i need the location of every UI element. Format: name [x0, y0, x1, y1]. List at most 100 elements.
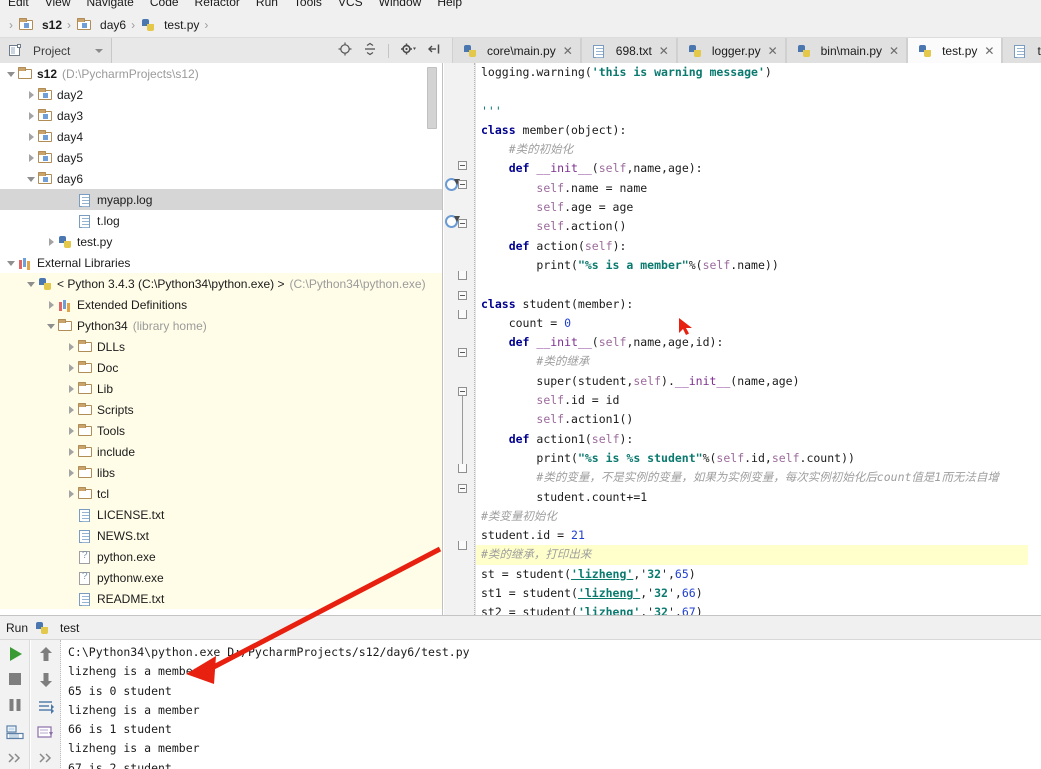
tree-item-pythonw-exe[interactable]: pythonw.exe: [0, 567, 442, 588]
settings-gear-icon[interactable]: [400, 42, 416, 59]
chevron-down-icon[interactable]: [26, 173, 37, 184]
hide-panel-icon[interactable]: [427, 42, 441, 59]
tree-item-python-3-4-3-c-python34-python-exe[interactable]: < Python 3.4.3 (C:\Python34\python.exe) …: [0, 273, 442, 294]
chevron-right-icon[interactable]: [66, 383, 77, 394]
menu-item-view[interactable]: View: [45, 0, 71, 9]
code-line[interactable]: count = 0: [476, 314, 1041, 333]
fold-marker[interactable]: [458, 219, 467, 228]
tree-item-python-exe[interactable]: python.exe: [0, 546, 442, 567]
tree-item-day3[interactable]: day3: [0, 105, 442, 126]
chevron-right-icon[interactable]: [66, 488, 77, 499]
fold-marker[interactable]: [458, 180, 467, 189]
breadcrumb-item-testpy[interactable]: test.py: [140, 17, 199, 33]
close-icon[interactable]: ✕: [768, 45, 778, 57]
editor-gutter[interactable]: [444, 63, 476, 615]
tree-item-myapp-log[interactable]: myapp.log: [0, 189, 442, 210]
project-tree-panel[interactable]: s12 (D:\PycharmProjects\s12) day2 day3 day4 d…: [0, 63, 443, 615]
code-line[interactable]: #类的变量，不是实例的变量，如果为实例变量，每次实例初始化后count值是1而无…: [476, 468, 1041, 487]
target-icon[interactable]: [338, 42, 352, 59]
print-icon[interactable]: [5, 722, 25, 742]
tree-item-external-libraries[interactable]: External Libraries: [0, 252, 442, 273]
tree-item-news-txt[interactable]: NEWS.txt: [0, 525, 442, 546]
chevron-right-icon[interactable]: [46, 299, 57, 310]
code-line[interactable]: print("%s is a member"%(self.name)): [476, 256, 1041, 275]
fold-end-marker[interactable]: [458, 541, 467, 550]
override-method-icon[interactable]: [445, 215, 460, 228]
menu-item-refactor[interactable]: Refactor: [195, 0, 240, 9]
chevron-right-icon[interactable]: [26, 131, 37, 142]
breadcrumb-item-day6[interactable]: day6: [76, 17, 126, 33]
chevron-right-icon[interactable]: [26, 152, 37, 163]
fold-end-marker[interactable]: [458, 310, 467, 319]
pause-icon[interactable]: [5, 695, 25, 715]
chevron-down-icon[interactable]: [6, 257, 17, 268]
tree-item-day4[interactable]: day4: [0, 126, 442, 147]
code-line[interactable]: logging.warning('this is warning message…: [476, 63, 1041, 82]
tree-item-include[interactable]: include: [0, 441, 442, 462]
tree-item-python34[interactable]: Python34 (library home): [0, 315, 442, 336]
tree-item-day6[interactable]: day6: [0, 168, 442, 189]
code-line[interactable]: self.name = name: [476, 179, 1041, 198]
close-icon[interactable]: ✕: [659, 45, 669, 57]
chevron-down-icon[interactable]: [95, 48, 103, 53]
code-line[interactable]: ''': [476, 102, 1041, 121]
expand-more-icon-2[interactable]: [36, 748, 56, 768]
menu-item-help[interactable]: Help: [437, 0, 462, 9]
code-line[interactable]: #类变量初始化: [476, 507, 1041, 526]
code-line[interactable]: def __init__(self,name,age,id):: [476, 333, 1041, 352]
tree-item-tcl[interactable]: tcl: [0, 483, 442, 504]
tree-item-s12[interactable]: s12 (D:\PycharmProjects\s12): [0, 63, 442, 84]
chevron-right-icon[interactable]: [66, 341, 77, 352]
fold-end-marker[interactable]: [458, 271, 467, 280]
chevron-right-icon[interactable]: [66, 425, 77, 436]
tree-item-lib[interactable]: Lib: [0, 378, 442, 399]
code-line[interactable]: def action(self):: [476, 237, 1041, 256]
code-line[interactable]: st2 = student('lizheng','32',67): [476, 603, 1041, 615]
chevron-right-icon[interactable]: [26, 89, 37, 100]
project-toolwindow-tab[interactable]: Project: [0, 38, 112, 63]
chevron-right-icon[interactable]: [26, 110, 37, 121]
fold-end-marker[interactable]: [458, 464, 467, 473]
editor-tab-t-log[interactable]: t.log: [1002, 38, 1041, 63]
chevron-right-icon[interactable]: [66, 446, 77, 457]
code-line[interactable]: self.action(): [476, 217, 1041, 236]
fold-marker[interactable]: [458, 161, 467, 170]
menu-item-tools[interactable]: Tools: [294, 0, 322, 9]
code-line[interactable]: #类的初始化: [476, 140, 1041, 159]
tree-item-dlls[interactable]: DLLs: [0, 336, 442, 357]
tree-item-scripts[interactable]: Scripts: [0, 399, 442, 420]
menu-item-run[interactable]: Run: [256, 0, 278, 9]
tree-item-readme-txt[interactable]: README.txt: [0, 588, 442, 609]
code-line[interactable]: st1 = student('lizheng','32',66): [476, 584, 1041, 603]
fold-marker[interactable]: [458, 387, 467, 396]
scroll-up-icon[interactable]: [36, 644, 56, 664]
menu-item-vcs[interactable]: VCS: [338, 0, 363, 9]
sidebar-vertical-scrollbar-thumb[interactable]: [427, 67, 437, 129]
chevron-right-icon[interactable]: [66, 404, 77, 415]
chevron-right-icon[interactable]: [66, 362, 77, 373]
code-line[interactable]: [476, 82, 1041, 101]
menu-item-navigate[interactable]: Navigate: [86, 0, 133, 9]
code-line[interactable]: student.id = 21: [476, 526, 1041, 545]
chevron-down-icon[interactable]: [26, 278, 37, 289]
run-console-output[interactable]: C:\Python34\python.exe D:/PycharmProject…: [62, 640, 1041, 769]
close-icon[interactable]: ✕: [563, 45, 573, 57]
tree-item-day2[interactable]: day2: [0, 84, 442, 105]
code-line[interactable]: self.action1(): [476, 410, 1041, 429]
collapse-all-icon[interactable]: [363, 42, 377, 59]
code-line[interactable]: self.id = id: [476, 391, 1041, 410]
menu-item-edit[interactable]: Edit: [8, 0, 29, 9]
menu-item-window[interactable]: Window: [379, 0, 422, 9]
tree-item-test-py[interactable]: test.py: [0, 231, 442, 252]
tree-item-t-log[interactable]: t.log: [0, 210, 442, 231]
editor-tab-bin-main-py[interactable]: bin\main.py ✕: [785, 38, 908, 63]
code-line[interactable]: student.count+=1: [476, 488, 1041, 507]
code-line[interactable]: def __init__(self,name,age):: [476, 159, 1041, 178]
code-line[interactable]: super(student,self).__init__(name,age): [476, 372, 1041, 391]
chevron-down-icon[interactable]: [6, 68, 17, 79]
code-line[interactable]: st = student('lizheng','32',65): [476, 565, 1041, 584]
soft-wrap-icon[interactable]: [36, 697, 56, 717]
menu-item-code[interactable]: Code: [150, 0, 179, 9]
code-line[interactable]: print("%s is %s student"%(self.id,self.c…: [476, 449, 1041, 468]
stop-icon[interactable]: [5, 669, 25, 689]
